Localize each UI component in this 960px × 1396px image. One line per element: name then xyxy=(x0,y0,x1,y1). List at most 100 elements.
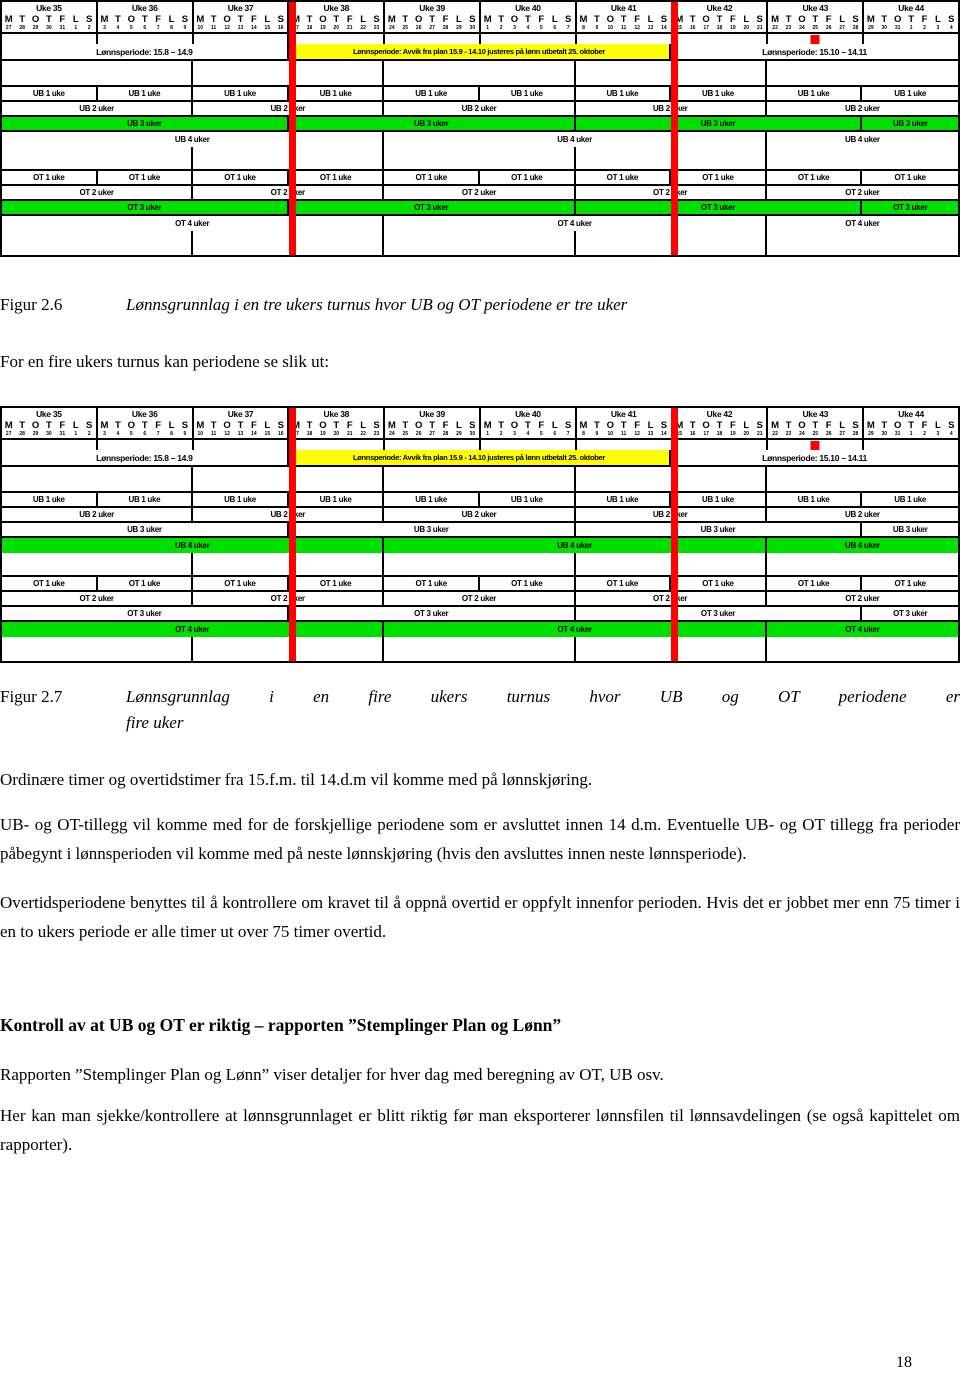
day-of-week-letter: T xyxy=(689,14,696,25)
day-of-week-letter: S xyxy=(948,14,955,25)
day-cell: M1 xyxy=(481,420,494,438)
day-of-week-letter: T xyxy=(525,14,531,25)
day-of-week-letter: T xyxy=(908,420,914,431)
day-number: 7 xyxy=(566,431,570,437)
day-cell: F2 xyxy=(918,420,931,438)
day-number: 26 xyxy=(415,25,422,31)
today-marker-icon xyxy=(810,35,820,44)
period-bar: UB 3 uker xyxy=(2,523,289,536)
lonnsperiode-cell-0: Lønnsperiode: 15.8 – 14.9 xyxy=(2,44,289,59)
day-of-week-letter: L xyxy=(264,14,271,25)
marker-day-cell xyxy=(809,34,822,44)
marker-day-cell xyxy=(466,440,479,450)
day-cell: S 30 xyxy=(466,420,479,438)
day-cell: T 11 xyxy=(617,14,630,32)
period-bar: OT 1 uke xyxy=(767,171,863,184)
period-divider-right-fig27 xyxy=(671,408,679,661)
week-label: Uke 36 xyxy=(131,3,158,13)
day-number: 24 xyxy=(389,431,395,437)
day-number: 31 xyxy=(894,431,901,437)
day-cell: T4 xyxy=(521,14,534,32)
period-bar: OT 3 uker xyxy=(893,609,928,618)
day-of-week-letter: T xyxy=(210,420,217,431)
marker-day-cell xyxy=(768,34,781,44)
marker-day-cell xyxy=(644,34,657,44)
day-of-week-letter: S xyxy=(469,420,476,431)
day-cell: T 13 xyxy=(234,420,247,438)
day-of-week-letter: O xyxy=(702,420,710,431)
period-divider-left-fig27 xyxy=(288,408,296,661)
marker-day-cell xyxy=(878,34,891,44)
ub-period-row-2: UB 2 uker UB 2 uker UB 2 uker UB 2 uker UB 2… xyxy=(2,102,958,117)
marker-week-cell xyxy=(98,34,194,44)
day-number: 16 xyxy=(277,25,284,31)
marker-day-cell xyxy=(657,440,670,450)
day-cell: F 19 xyxy=(726,420,739,438)
period-bar: UB 1 uke xyxy=(98,493,194,506)
period-bar: OT 4 uker xyxy=(384,622,767,637)
figure-2-7-caption-text-cont: fire uker xyxy=(126,713,184,732)
day-cell: T 18 xyxy=(303,420,316,438)
day-of-week-letter: L xyxy=(551,420,558,431)
period-bar: UB 1 uke xyxy=(384,493,480,506)
marker-week-cell xyxy=(577,440,673,450)
day-number: 12 xyxy=(634,431,640,437)
paragraph-her-kan-man: Her kan man sjekke/kontrollere at lønnsg… xyxy=(0,1106,960,1154)
day-number: 4 xyxy=(949,25,953,31)
day-of-week-letter: L xyxy=(743,14,750,25)
day-cell: O5 xyxy=(125,420,138,438)
day-of-week-letter: T xyxy=(237,420,244,431)
day-cell: O5 xyxy=(125,14,138,32)
day-number: 1 xyxy=(74,431,78,437)
day-cell: T 30 xyxy=(878,14,891,32)
day-cell: T2 xyxy=(494,14,507,32)
day-number: 29 xyxy=(868,431,874,437)
week-column-uke-37: Uke 37 M 10 T 11 O 12 T 13 F 14 L 15 S 16 xyxy=(194,2,290,32)
week-label: Uke 37 xyxy=(227,409,254,419)
ub-bars-fig26: UB 1 uke UB 1 uke UB 1 uke UB 1 uke UB 1 uke… xyxy=(2,87,958,147)
day-cell: T 25 xyxy=(399,420,412,438)
day-of-week-letter: L xyxy=(647,420,654,431)
marker-day-cell xyxy=(425,440,438,450)
day-cell: F 21 xyxy=(343,14,356,32)
day-number: 10 xyxy=(197,431,204,437)
marker-day-cell xyxy=(740,440,753,450)
day-of-week-letter: S xyxy=(564,14,572,25)
day-cell: S 30 xyxy=(466,14,479,32)
day-of-week-letter: F xyxy=(59,14,66,25)
period-bar: UB 4 uker xyxy=(2,538,385,553)
marker-day-cell xyxy=(399,440,412,450)
day-cell: L 22 xyxy=(356,420,369,438)
figure-2-6-label: Figur 2.6 xyxy=(0,295,63,314)
marker-week-cell xyxy=(768,440,865,450)
spacer-row-fig27 xyxy=(2,467,958,493)
day-of-week-letter: T xyxy=(881,14,888,25)
day-of-week-letter: O xyxy=(319,14,327,25)
day-of-week-letter: T xyxy=(812,14,819,25)
day-cell: S9 xyxy=(178,14,191,32)
period-bar: OT 1 uke xyxy=(193,577,289,590)
period-bar: UB 1 uke xyxy=(767,493,863,506)
day-number: 1 xyxy=(486,431,490,437)
week-column-uke-40: Uke 40 M 1 T 2 O 3 T 4 F 5 L 6 S 7 xyxy=(481,408,577,438)
ot-bars-fig26: OT 1 uke OT 1 uke OT 1 uke OT 1 uke OT 1 uke… xyxy=(2,171,958,231)
marker-day-cell xyxy=(590,440,603,450)
day-of-week-letter: T xyxy=(141,420,148,431)
ot-period-row-2: OT 2 uker OT 2 uker OT 2 uker OT 2 uker OT 2… xyxy=(2,592,958,607)
day-cell: O3 xyxy=(508,420,521,438)
marker-day-cell xyxy=(577,34,590,44)
week-label: Uke 40 xyxy=(515,3,541,13)
week-column-uke-37: Uke 37 M 10 T 11 O 12 T 13 F 14 L 15 S 16 xyxy=(194,408,290,438)
day-cell: O 29 xyxy=(29,420,42,438)
day-cell: O 31 xyxy=(891,420,904,438)
day-number: 9 xyxy=(595,25,599,31)
day-cell: T 25 xyxy=(399,14,412,32)
day-cell: M 24 xyxy=(385,14,398,32)
week-column-uke-43: Uke 43 M 22 T 23 O 24 T 25 F 26 L 27 S 28 xyxy=(768,2,865,32)
day-cell: T 18 xyxy=(713,420,726,438)
marker-day-cell xyxy=(864,34,877,44)
day-cell: T2 xyxy=(494,420,507,438)
marker-day-cell xyxy=(577,440,590,450)
marker-day-cell xyxy=(590,34,603,44)
spacer-cell xyxy=(2,147,194,169)
